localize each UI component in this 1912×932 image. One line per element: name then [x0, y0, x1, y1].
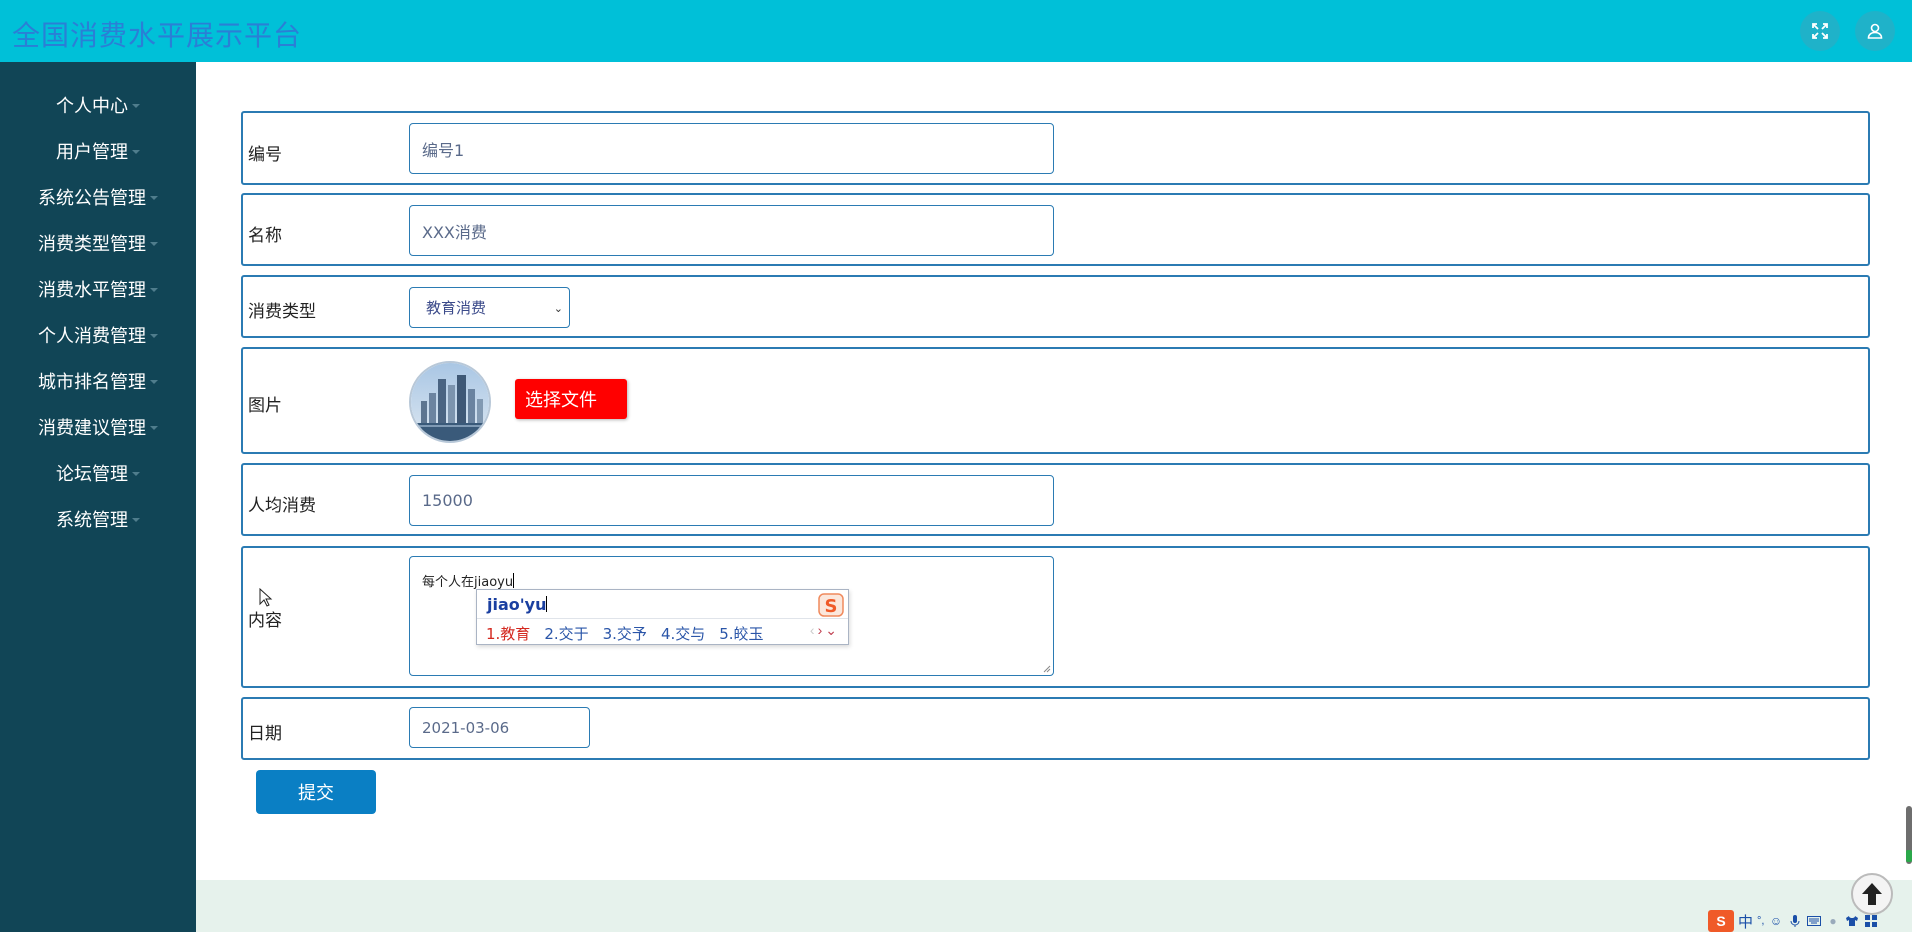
sidebar-item-personal-center[interactable]: 个人中心: [0, 87, 196, 123]
sidebar-item-system[interactable]: 系统管理: [0, 501, 196, 537]
content-composing-text: jiaoyu: [474, 575, 514, 590]
sidebar-item-consumption-levels[interactable]: 消费水平管理: [0, 271, 196, 307]
caret-down-icon: [132, 150, 140, 154]
emoji-icon[interactable]: ☺: [1768, 914, 1783, 929]
category-label: 消费类型: [248, 302, 316, 322]
choose-file-button[interactable]: 选择文件: [515, 379, 627, 419]
image-thumbnail: [409, 361, 491, 443]
footer-band: [196, 880, 1912, 932]
content-typed-text: 每个人在: [422, 575, 475, 590]
ime-mode-label[interactable]: 中: [1738, 911, 1753, 932]
sidebar-item-label: 消费水平管理: [38, 280, 146, 301]
skin-icon[interactable]: [1844, 914, 1859, 929]
app-title: 全国消费水平展示平台: [12, 19, 303, 52]
user-icon: [1867, 23, 1883, 39]
sogou-logo-icon: S: [818, 593, 844, 617]
chevron-down-icon: ⌄: [553, 302, 563, 315]
submit-button[interactable]: 提交: [256, 770, 376, 814]
ime-punct-label[interactable]: °,: [1757, 915, 1764, 927]
form-row-category: 消费类型 教育消费 ⌄: [241, 275, 1870, 338]
sidebar-item-label: 系统管理: [56, 510, 128, 531]
sidebar-item-label: 论坛管理: [56, 464, 128, 485]
sidebar-item-label: 个人消费管理: [38, 326, 146, 347]
fullscreen-icon: [1812, 23, 1828, 39]
image-label: 图片: [248, 396, 282, 416]
sidebar-item-label: 用户管理: [56, 142, 128, 163]
caret-down-icon: [150, 334, 158, 338]
code-input[interactable]: 编号1: [409, 123, 1054, 174]
ime-candidate-window: jiao'yu S 1.教育 2.交于 3.交予 4.交与 5.皎玉 ‹›⌄: [476, 589, 849, 645]
content-label: 内容: [248, 611, 282, 631]
ime-candidate[interactable]: 5.皎玉: [719, 623, 763, 644]
caret-down-icon: [150, 288, 158, 292]
ime-divider: [477, 618, 848, 619]
user-button[interactable]: [1855, 11, 1895, 51]
ime-candidate[interactable]: 1.教育: [486, 623, 530, 644]
form-row-code: 编号 编号1: [241, 111, 1870, 185]
form-row-name: 名称 XXX消费: [241, 193, 1870, 266]
per-capita-label: 人均消费: [248, 496, 316, 516]
sidebar-item-label: 消费类型管理: [38, 234, 146, 255]
resize-grip-icon[interactable]: [1043, 665, 1051, 673]
fullscreen-button[interactable]: [1800, 11, 1840, 51]
ime-candidate[interactable]: 4.交与: [661, 623, 705, 644]
form-row-per-capita: 人均消费 15000: [241, 463, 1870, 536]
microphone-icon[interactable]: [1787, 914, 1802, 929]
sidebar: 个人中心 用户管理 系统公告管理 消费类型管理 消费水平管理 个人消费管理 城市…: [0, 62, 196, 932]
sidebar-item-label: 城市排名管理: [38, 372, 146, 393]
name-input[interactable]: XXX消费: [409, 205, 1054, 256]
ime-page-arrows[interactable]: ‹›⌄: [810, 622, 840, 639]
city-skyline-image: [411, 363, 489, 441]
category-select[interactable]: 教育消费 ⌄: [409, 287, 570, 328]
chevron-down-icon: ⌄: [825, 622, 840, 638]
sidebar-item-personal-consumption[interactable]: 个人消费管理: [0, 317, 196, 353]
caret-down-icon: [150, 380, 158, 384]
chevron-left-icon: ‹: [809, 622, 818, 638]
date-input[interactable]: 2021-03-06: [409, 707, 590, 748]
sidebar-item-suggestions[interactable]: 消费建议管理: [0, 409, 196, 445]
caret-down-icon: [150, 426, 158, 430]
text-caret: [513, 573, 515, 588]
mouse-pointer-icon: [259, 588, 273, 607]
sidebar-item-label: 系统公告管理: [38, 188, 146, 209]
name-label: 名称: [248, 226, 282, 246]
svg-text:S: S: [825, 596, 838, 617]
content-text: 每个人在jiaoyu: [422, 571, 515, 590]
sidebar-item-user-management[interactable]: 用户管理: [0, 133, 196, 169]
ime-candidates: 1.教育 2.交于 3.交予 4.交与 5.皎玉: [486, 623, 778, 644]
sidebar-item-label: 个人中心: [56, 96, 128, 117]
sidebar-item-announcements[interactable]: 系统公告管理: [0, 179, 196, 215]
scrollbar-indicator: [1906, 850, 1912, 862]
scroll-to-top-button[interactable]: [1851, 873, 1893, 915]
caret-down-icon: [150, 242, 158, 246]
sidebar-item-consumption-types[interactable]: 消费类型管理: [0, 225, 196, 261]
form-row-date: 日期 2021-03-06: [241, 697, 1870, 760]
caret-down-icon: [132, 518, 140, 522]
ime-candidate[interactable]: 2.交于: [544, 623, 588, 644]
toolbox-icon[interactable]: [1863, 914, 1878, 929]
keyboard-icon[interactable]: [1806, 914, 1821, 929]
ime-candidate[interactable]: 3.交予: [603, 623, 647, 644]
category-selected-value: 教育消费: [426, 299, 487, 317]
top-bar: 全国消费水平展示平台: [0, 0, 1912, 62]
form-row-image: 图片 选择文件: [241, 347, 1870, 454]
caret-down-icon: [132, 472, 140, 476]
sogou-logo-icon[interactable]: S: [1708, 910, 1734, 932]
user-settings-icon[interactable]: ●: [1825, 914, 1840, 929]
date-label: 日期: [248, 724, 282, 744]
ime-toolbar: S 中 °, ☺ ●: [1708, 910, 1912, 932]
code-label: 编号: [248, 145, 282, 165]
caret-down-icon: [132, 104, 140, 108]
arrow-up-icon: [1862, 883, 1882, 905]
ime-composition: jiao'yu: [487, 595, 548, 614]
sidebar-item-forum[interactable]: 论坛管理: [0, 455, 196, 491]
per-capita-input[interactable]: 15000: [409, 475, 1054, 526]
sidebar-item-label: 消费建议管理: [38, 418, 146, 439]
caret-down-icon: [150, 196, 158, 200]
sidebar-item-city-ranking[interactable]: 城市排名管理: [0, 363, 196, 399]
